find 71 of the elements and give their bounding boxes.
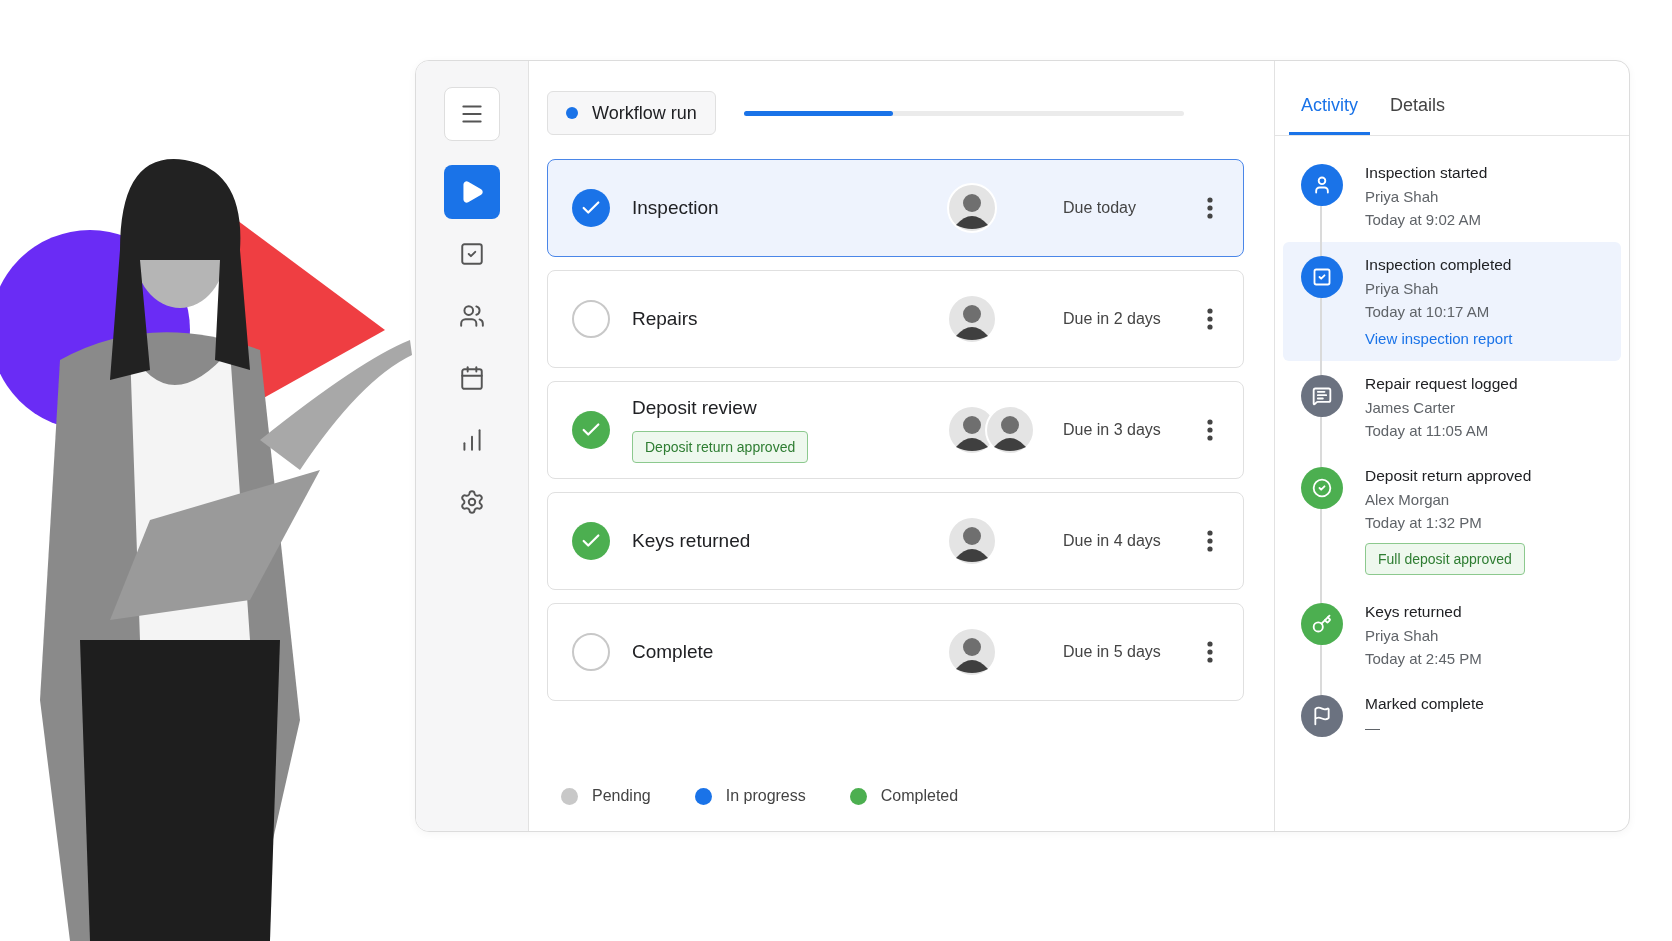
avatar xyxy=(947,183,997,233)
legend-label: Completed xyxy=(880,787,959,805)
task-card[interactable]: Deposit review Deposit return approved Due in 3 days xyxy=(547,381,1244,479)
activity-title: Keys returned xyxy=(1365,603,1463,621)
task-title: Repairs xyxy=(632,308,699,330)
activity-item[interactable]: Marked complete — xyxy=(1283,681,1621,751)
activity-person: — xyxy=(1365,719,1381,736)
status-tag: Deposit return approved xyxy=(632,431,809,463)
avatar xyxy=(947,627,997,677)
activity-title: Deposit return approved xyxy=(1365,467,1532,485)
activity-person: Alex Morgan xyxy=(1365,491,1451,508)
checkbox-icon xyxy=(459,241,485,267)
check-circle-icon xyxy=(1312,478,1332,498)
activity-item[interactable]: Keys returned Priya Shah Today at 2:45 PM xyxy=(1283,589,1621,681)
activity-title: Repair request logged xyxy=(1365,375,1518,393)
activity-person: Priya Shah xyxy=(1365,188,1440,205)
sidebar-button[interactable] xyxy=(444,87,500,141)
activity-title: Inspection completed xyxy=(1365,256,1513,274)
more-icon xyxy=(1207,197,1213,219)
report-link[interactable]: View inspection report xyxy=(1365,330,1513,347)
tab[interactable]: Activity xyxy=(1289,95,1370,135)
tab[interactable]: Details xyxy=(1378,95,1458,135)
activity-title: Marked complete xyxy=(1365,695,1484,713)
status-tag: Full deposit approved xyxy=(1365,543,1525,575)
due-date: Due in 2 days xyxy=(1063,310,1162,328)
legend-label: Pending xyxy=(592,787,651,805)
task-card[interactable]: Keys returned Due in 4 days xyxy=(547,492,1244,590)
activity-item[interactable]: Deposit return approved Alex Morgan Today at 1:32 PM Full deposit approved xyxy=(1283,453,1621,589)
settings-icon xyxy=(459,489,485,515)
task-title: Inspection xyxy=(632,197,720,219)
due-date: Due in 5 days xyxy=(1063,643,1162,661)
activity-item[interactable]: Inspection completed Priya Shah Today at 10:17 AM View inspection report xyxy=(1283,242,1621,361)
calendar-icon xyxy=(459,365,485,391)
flag-icon xyxy=(1312,706,1332,726)
people-icon xyxy=(459,303,485,329)
legend-label: In progress xyxy=(725,787,806,805)
activity-time: Today at 11:05 AM xyxy=(1365,422,1490,439)
more-icon xyxy=(1207,419,1213,441)
person-icon xyxy=(1312,175,1332,195)
due-date: Due in 3 days xyxy=(1063,421,1162,439)
more-icon xyxy=(1207,308,1213,330)
task-title: Deposit review xyxy=(632,397,758,419)
workflow-title: Workflow run xyxy=(592,102,697,124)
due-date: Due today xyxy=(1063,199,1137,217)
task-title: Complete xyxy=(632,641,715,663)
activity-title: Inspection started xyxy=(1365,164,1488,182)
status-dot xyxy=(566,107,578,119)
avatar xyxy=(985,405,1035,455)
task-card[interactable]: Complete Due in 5 days xyxy=(547,603,1244,701)
activity-person: Priya Shah xyxy=(1365,627,1440,644)
sidebar-button[interactable] xyxy=(444,165,500,219)
comment-icon xyxy=(1312,386,1332,406)
activity-person: James Carter xyxy=(1365,399,1457,416)
key-icon xyxy=(1312,614,1332,634)
more-icon xyxy=(1207,641,1213,663)
activity-time: Today at 10:17 AM xyxy=(1365,303,1491,320)
activity-time: Today at 1:32 PM xyxy=(1365,514,1483,531)
due-date: Due in 4 days xyxy=(1063,532,1162,550)
activity-time: Today at 9:02 AM xyxy=(1365,211,1482,228)
task-card[interactable]: Repairs Due in 2 days xyxy=(547,270,1244,368)
task-title: Keys returned xyxy=(632,530,752,552)
task-card[interactable]: Inspection Due today xyxy=(547,159,1244,257)
workflow-chip[interactable]: Workflow run xyxy=(547,91,716,135)
activity-time: Today at 2:45 PM xyxy=(1365,650,1482,667)
activity-item[interactable]: Inspection started Priya Shah Today at 9:02 AM xyxy=(1283,150,1621,242)
avatar xyxy=(947,516,997,566)
checkbox-icon xyxy=(1312,267,1332,287)
more-icon xyxy=(1207,530,1213,552)
activity-item[interactable]: Repair request logged James Carter Today at 11:05 AM xyxy=(1283,361,1621,453)
activity-person: Priya Shah xyxy=(1365,280,1440,297)
avatar xyxy=(947,294,997,344)
